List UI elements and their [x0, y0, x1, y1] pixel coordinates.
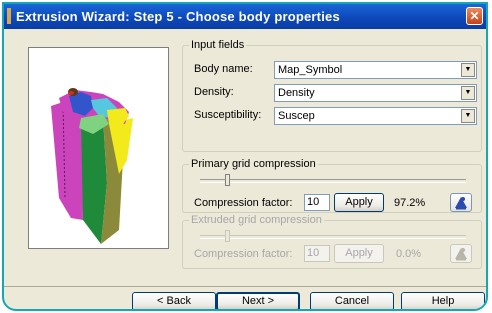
chevron-down-icon[interactable]: ▼	[461, 86, 475, 100]
input-fields-legend: Input fields	[191, 39, 245, 51]
extruded-compression-slider-track	[200, 235, 466, 239]
extruded-compression-percent: 0.0%	[396, 248, 422, 260]
extruded-compression-slider-thumb	[224, 230, 230, 242]
extruded-body-graphic	[51, 88, 133, 244]
primary-compression-slider-thumb[interactable]	[224, 174, 230, 186]
close-button[interactable]: ✕	[466, 7, 483, 25]
chevron-down-icon[interactable]: ▼	[461, 63, 475, 77]
window-title: Extrusion Wizard: Step 5 - Choose body p…	[16, 9, 340, 24]
primary-compression-percent: 97.2%	[394, 197, 426, 209]
primary-compression-factor-input[interactable]: 10	[304, 194, 330, 211]
body-marker-highlight	[68, 91, 74, 95]
cancel-button[interactable]: Cancel	[310, 292, 394, 309]
back-button[interactable]: < Back	[132, 292, 216, 309]
primary-compression-slider-track[interactable]	[200, 179, 466, 183]
body-name-label: Body name:	[194, 63, 253, 75]
primary-grid-compression-legend: Primary grid compression	[191, 158, 316, 170]
primary-info-button[interactable]	[450, 193, 472, 212]
body-name-value: Map_Symbol	[278, 64, 343, 76]
body-name-dropdown[interactable]: Map_Symbol ▼	[274, 61, 477, 79]
susceptibility-dropdown[interactable]: Suscep ▼	[274, 107, 477, 125]
extruded-compression-factor-label: Compression factor:	[194, 248, 293, 260]
susceptibility-label: Susceptibility:	[194, 109, 262, 121]
title-grip	[7, 8, 11, 24]
chevron-down-icon[interactable]: ▼	[461, 109, 475, 123]
info-person-icon	[455, 197, 467, 210]
info-person-icon	[455, 248, 467, 261]
extruded-grid-compression-legend: Extruded grid compression	[191, 214, 322, 226]
extruded-apply-button: Apply	[334, 244, 384, 263]
help-button[interactable]: Help	[401, 292, 485, 309]
density-label: Density:	[194, 86, 234, 98]
density-dropdown[interactable]: Density ▼	[274, 84, 477, 102]
title-bar[interactable]: Extrusion Wizard: Step 5 - Choose body p…	[4, 4, 486, 29]
body-face-green	[79, 118, 107, 244]
primary-apply-button[interactable]: Apply	[334, 193, 384, 212]
body-preview	[28, 47, 169, 249]
density-value: Density	[278, 87, 315, 99]
extrusion-wizard-window: Extrusion Wizard: Step 5 - Choose body p…	[2, 2, 488, 311]
primary-compression-factor-label: Compression factor:	[194, 197, 293, 209]
susceptibility-value: Suscep	[278, 110, 315, 122]
next-button[interactable]: Next >	[216, 292, 300, 309]
extruded-compression-factor-input: 10	[304, 245, 330, 262]
extruded-info-button	[450, 244, 472, 263]
footer-separator	[4, 286, 486, 287]
